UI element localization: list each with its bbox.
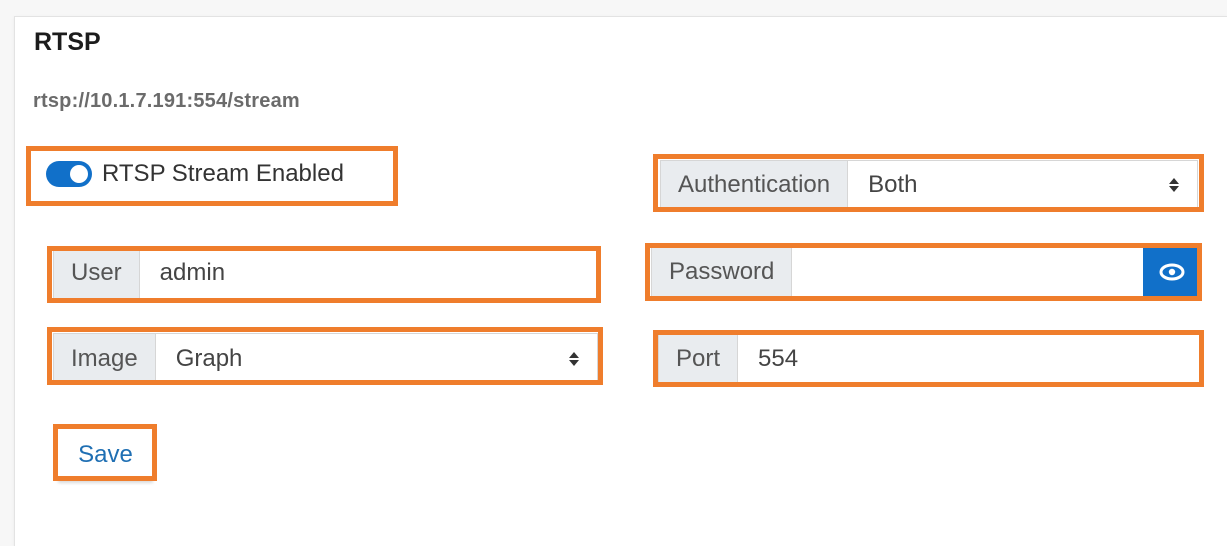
highlight-box [47, 327, 603, 385]
rtsp-url: rtsp://10.1.7.191:554/stream [33, 90, 300, 112]
highlight-box [653, 154, 1204, 212]
highlight-box [47, 246, 601, 303]
highlight-box [653, 330, 1204, 387]
section-title: RTSP [34, 28, 101, 56]
highlight-box [53, 424, 157, 481]
highlight-box [26, 146, 398, 206]
highlight-box [645, 243, 1202, 301]
